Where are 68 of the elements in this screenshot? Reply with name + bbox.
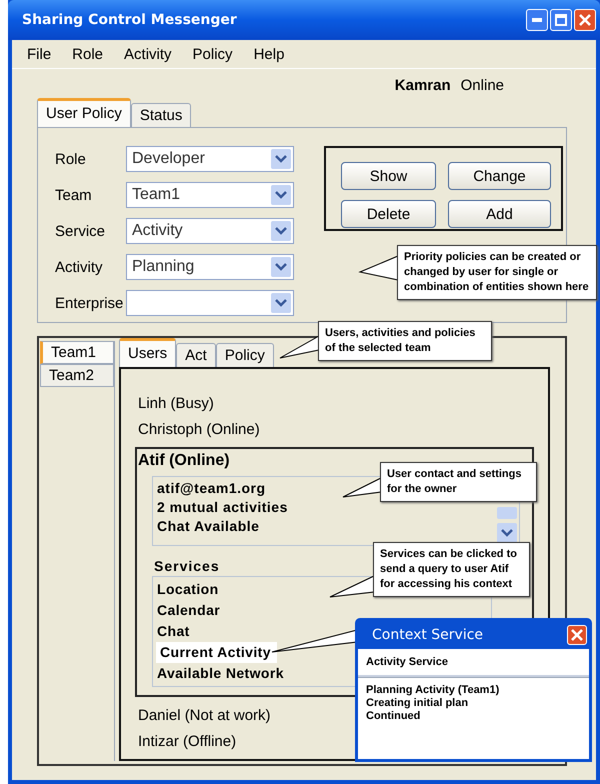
dropdown[interactable]: Planning — [126, 254, 294, 280]
user-name[interactable]: Atif (Online) — [137, 452, 230, 470]
dropdown[interactable]: Team1 — [126, 182, 294, 208]
callout-pointer — [330, 575, 374, 598]
close-button[interactable] — [567, 625, 587, 645]
tab[interactable]: Users — [119, 338, 176, 367]
tab[interactable]: Status — [130, 103, 192, 127]
close-button[interactable] — [574, 9, 596, 31]
tab[interactable]: Policy — [216, 343, 274, 367]
close-icon — [579, 14, 591, 26]
chevron-down-icon — [271, 293, 291, 313]
menu-item[interactable]: File — [27, 46, 52, 62]
field-label: Activity — [55, 258, 104, 276]
popup-heading: Activity Service — [358, 649, 589, 677]
user-status: Online — [460, 76, 504, 94]
popup-line: Creating initial plan — [366, 697, 470, 710]
minimize-icon — [532, 18, 542, 22]
menu-item[interactable]: Help — [254, 46, 284, 62]
maximize-icon — [555, 14, 567, 26]
info-line: atif@team1.org — [157, 480, 267, 496]
window-title: Sharing Control Messenger — [22, 12, 237, 28]
popup-title: Context Service — [372, 627, 484, 643]
service-item[interactable]: Location — [157, 579, 223, 600]
maximize-button[interactable] — [550, 9, 572, 31]
chevron-down-icon — [271, 149, 291, 169]
service-item[interactable]: Available Network — [157, 663, 288, 684]
info-line: Chat Available — [157, 518, 260, 534]
service-item[interactable]: Chat — [157, 621, 194, 642]
dropdown[interactable]: Developer — [126, 146, 294, 172]
menu-item[interactable]: Policy — [192, 46, 233, 62]
service-item[interactable]: Current Activity — [156, 642, 277, 663]
team-tab[interactable]: Team2 — [40, 364, 114, 387]
policy-button[interactable]: Change — [448, 162, 551, 190]
user-name: Kamran — [394, 76, 451, 94]
popup-line: Continued — [366, 710, 422, 723]
dropdown[interactable] — [126, 290, 294, 316]
callout-pointer — [342, 477, 382, 498]
user-item[interactable]: Daniel (Not at work) — [135, 703, 271, 729]
close-icon — [571, 629, 583, 641]
tab[interactable]: User Policy — [37, 98, 131, 127]
policy-button[interactable]: Show — [341, 162, 436, 190]
minimize-button[interactable] — [526, 9, 548, 31]
field-label: Team — [55, 186, 93, 204]
callout: Priority policies can be created or changed by user for single or combination of entities shown here — [397, 245, 597, 300]
callout-pointer — [358, 255, 398, 281]
tab[interactable]: Act — [176, 343, 216, 367]
chevron-down-icon — [271, 257, 291, 277]
field-label: Role — [55, 150, 87, 168]
service-item[interactable]: Calendar — [157, 600, 224, 621]
chevron-down-icon — [497, 523, 517, 543]
popup-line: Planning Activity (Team1) — [366, 684, 500, 697]
policy-button[interactable]: Add — [448, 200, 551, 228]
user-item[interactable]: Linh (Busy) — [135, 391, 214, 417]
field-label: Enterprise — [55, 294, 124, 312]
chevron-down-icon — [271, 221, 291, 241]
team-tab[interactable]: Team1 — [40, 341, 114, 364]
menu-item[interactable]: Activity — [124, 46, 172, 62]
user-item[interactable]: Christoph (Online) — [135, 417, 260, 443]
callout-pointer — [280, 335, 320, 358]
user-item[interactable]: Intizar (Offline) — [135, 729, 236, 755]
field-label: Service — [55, 222, 106, 240]
section-heading: Services — [154, 558, 220, 574]
policy-button[interactable]: Delete — [341, 200, 436, 228]
chevron-down-icon — [271, 185, 291, 205]
dropdown[interactable]: Activity — [126, 218, 294, 244]
info-line: 2 mutual activities — [157, 499, 288, 515]
callout: Services can be clicked to send a query to user Atif for accessing his context — [373, 542, 530, 597]
menu-item[interactable]: Role — [72, 46, 104, 62]
